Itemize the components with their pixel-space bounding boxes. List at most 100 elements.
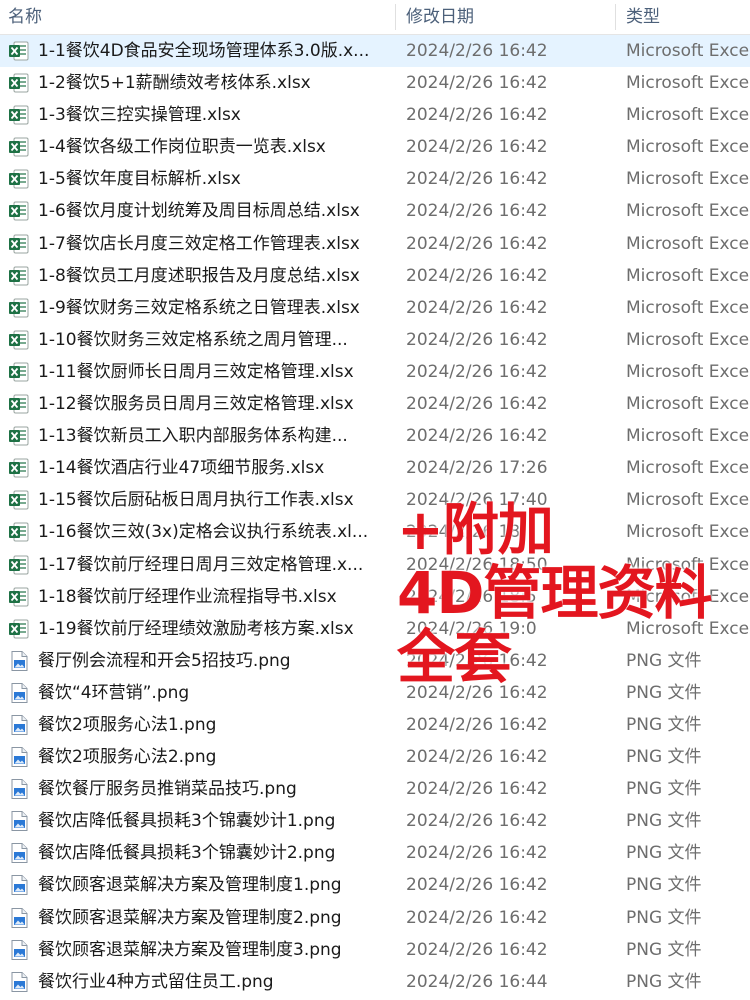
file-name[interactable]: 1-15餐饮后厨砧板日周月执行工作表.xlsx [38, 484, 393, 516]
file-type: PNG 文件 [626, 875, 702, 896]
file-name[interactable]: 餐饮行业4种方式留住员工.png [38, 966, 393, 998]
file-row[interactable]: 1-17餐饮前厅经理日周月三效定格管理.x... 2024/2/26 18:50 M… [0, 549, 750, 581]
file-name[interactable]: 1-12餐饮服务员日周月三效定格管理.xlsx [38, 388, 393, 420]
file-row[interactable]: 1-4餐饮各级工作岗位职责一览表.xlsx 2024/2/26 16:42 Micr… [0, 131, 750, 163]
image-file-icon [8, 714, 30, 736]
file-row[interactable]: 1-9餐饮财务三效定格系统之日管理表.xlsx 2024/2/26 16:42 Mi… [0, 292, 750, 324]
file-row[interactable]: 1-5餐饮年度目标解析.xlsx 2024/2/26 16:42 Microsoft… [0, 163, 750, 195]
file-type: PNG 文件 [626, 650, 702, 671]
file-date-modified: 2024/2/26 16:42 [406, 714, 548, 735]
file-row[interactable]: 1-16餐饮三效(3x)定格会议执行系统表.xl... 2024/2/26 18:… [0, 516, 750, 548]
file-name[interactable]: 餐饮顾客退菜解决方案及管理制度3.png [38, 934, 393, 966]
file-row[interactable]: 1-3餐饮三控实操管理.xlsx 2024/2/26 16:42 Microsoft… [0, 99, 750, 131]
file-name[interactable]: 餐饮店降低餐具损耗3个锦囊妙计2.png [38, 837, 393, 869]
file-name[interactable]: 餐饮顾客退菜解决方案及管理制度2.png [38, 902, 393, 934]
column-header-bar: 名称 修改日期 类型 [0, 0, 750, 35]
column-header-type[interactable]: 类型 [626, 0, 750, 34]
file-name[interactable]: 1-1餐饮4D食品安全现场管理体系3.0版.x... [38, 35, 393, 67]
file-date-modified: 2024/2/26 19:0 [406, 618, 537, 639]
file-date-modified: 2024/2/26 16:42 [406, 41, 548, 61]
file-date-modified: 2024/2/26 16:42 [406, 650, 548, 671]
file-name[interactable]: 餐饮餐厅服务员推销菜品技巧.png [38, 773, 393, 805]
file-date-modified: 2024/2/26 16:42 [406, 105, 548, 126]
file-row[interactable]: 1-15餐饮后厨砧板日周月执行工作表.xlsx 2024/2/26 17:40 Mi… [0, 484, 750, 516]
image-file-icon [8, 939, 30, 961]
file-row[interactable]: 1-8餐饮员工月度述职报告及月度总结.xlsx 2024/2/26 16:42 Mi… [0, 260, 750, 292]
excel-file-icon [8, 200, 30, 222]
column-header-name[interactable]: 名称 [8, 0, 388, 34]
file-type: Microsoft Exce [626, 554, 750, 575]
file-row[interactable]: 1-12餐饮服务员日周月三效定格管理.xlsx 2024/2/26 16:42 Mi… [0, 388, 750, 420]
file-type: PNG 文件 [626, 779, 702, 800]
file-row[interactable]: 餐饮2项服务心法2.png 2024/2/26 16:42 PNG 文件 [0, 741, 750, 773]
file-name[interactable]: 1-7餐饮店长月度三效定格工作管理表.xlsx [38, 228, 393, 260]
file-row[interactable]: 1-18餐饮前厅经理作业流程指导书.xlsx 2024/2/26 18:5 Micr… [0, 581, 750, 613]
file-row[interactable]: 1-11餐饮厨师长日周月三效定格管理.xlsx 2024/2/26 16:42 Mi… [0, 356, 750, 388]
file-name[interactable]: 1-4餐饮各级工作岗位职责一览表.xlsx [38, 131, 393, 163]
excel-file-icon [8, 521, 30, 543]
file-row[interactable]: 餐饮“4环营销”.png 2024/2/26 16:42 PNG 文件 [0, 677, 750, 709]
file-name[interactable]: 餐厅例会流程和开会5招技巧.png [38, 645, 393, 677]
file-row[interactable]: 餐饮顾客退菜解决方案及管理制度3.png 2024/2/26 16:42 PNG 文… [0, 934, 750, 966]
image-file-icon [8, 907, 30, 929]
file-row[interactable]: 餐饮顾客退菜解决方案及管理制度2.png 2024/2/26 16:42 PNG 文… [0, 902, 750, 934]
file-row[interactable]: 1-10餐饮财务三效定格系统之周月管理... 2024/2/26 16:42 Mic… [0, 324, 750, 356]
file-date-modified: 2024/2/26 16:42 [406, 361, 548, 382]
file-row[interactable]: 1-1餐饮4D食品安全现场管理体系3.0版.x... 2024/2/26 16:4… [0, 35, 750, 68]
excel-file-icon [8, 361, 30, 383]
file-row[interactable]: 餐饮顾客退菜解决方案及管理制度1.png 2024/2/26 16:42 PNG 文… [0, 869, 750, 901]
file-name[interactable]: 1-17餐饮前厅经理日周月三效定格管理.x... [38, 549, 393, 581]
excel-file-icon [8, 40, 30, 62]
file-row[interactable]: 餐厅例会流程和开会5招技巧.png 2024/2/26 16:42 PNG 文件 [0, 645, 750, 677]
file-name[interactable]: 1-11餐饮厨师长日周月三效定格管理.xlsx [38, 356, 393, 388]
file-name[interactable]: 1-13餐饮新员工入职内部服务体系构建... [38, 420, 393, 452]
column-divider[interactable] [615, 4, 616, 30]
image-file-icon [8, 778, 30, 800]
file-row[interactable]: 餐饮店降低餐具损耗3个锦囊妙计2.png 2024/2/26 16:42 PNG 文… [0, 837, 750, 869]
file-name[interactable]: 1-14餐饮酒店行业47项细节服务.xlsx [38, 452, 393, 484]
excel-file-icon [8, 265, 30, 287]
file-name[interactable]: 1-10餐饮财务三效定格系统之周月管理... [38, 324, 393, 356]
file-row[interactable]: 1-2餐饮5+1薪酬绩效考核体系.xlsx 2024/2/26 16:42 Micr… [0, 67, 750, 99]
file-date-modified: 2024/2/26 16:42 [406, 747, 548, 768]
file-name[interactable]: 1-9餐饮财务三效定格系统之日管理表.xlsx [38, 292, 393, 324]
excel-file-icon [8, 72, 30, 94]
file-name[interactable]: 1-19餐饮前厅经理绩效激励考核方案.xlsx [38, 613, 393, 645]
file-name[interactable]: 餐饮2项服务心法1.png [38, 709, 393, 741]
image-file-icon [8, 650, 30, 672]
file-name[interactable]: 1-8餐饮员工月度述职报告及月度总结.xlsx [38, 260, 393, 292]
file-name[interactable]: 1-3餐饮三控实操管理.xlsx [38, 99, 393, 131]
excel-file-icon [8, 554, 30, 576]
file-name[interactable]: 餐饮“4环营销”.png [38, 677, 393, 709]
file-name[interactable]: 1-5餐饮年度目标解析.xlsx [38, 163, 393, 195]
file-type: Microsoft Exce [626, 329, 750, 350]
excel-file-icon [8, 233, 30, 255]
file-row[interactable]: 餐饮店降低餐具损耗3个锦囊妙计1.png 2024/2/26 16:42 PNG 文… [0, 805, 750, 837]
file-row[interactable]: 1-14餐饮酒店行业47项细节服务.xlsx 2024/2/26 17:26 Mic… [0, 452, 750, 484]
file-name[interactable]: 1-6餐饮月度计划统筹及周目标周总结.xlsx [38, 195, 393, 227]
column-divider[interactable] [395, 4, 396, 30]
file-row[interactable]: 1-19餐饮前厅经理绩效激励考核方案.xlsx 2024/2/26 19:0 Mic… [0, 613, 750, 645]
file-date-modified: 2024/2/26 16:42 [406, 907, 548, 928]
file-type: Microsoft Exce [626, 426, 750, 447]
file-row[interactable]: 1-13餐饮新员工入职内部服务体系构建... 2024/2/26 16:42 Mic… [0, 420, 750, 452]
file-type: Microsoft Exce [626, 458, 750, 479]
file-row[interactable]: 1-6餐饮月度计划统筹及周目标周总结.xlsx 2024/2/26 16:42 Mi… [0, 195, 750, 227]
file-date-modified: 2024/2/26 16:42 [406, 682, 548, 703]
file-row[interactable]: 1-7餐饮店长月度三效定格工作管理表.xlsx 2024/2/26 16:42 Mi… [0, 228, 750, 260]
file-type: Microsoft Exce [626, 41, 750, 61]
file-name[interactable]: 1-18餐饮前厅经理作业流程指导书.xlsx [38, 581, 393, 613]
file-explorer-list: 名称 修改日期 类型 1-1餐饮4D食品安全现场管理体系3.0版.x... 202… [0, 0, 750, 1000]
file-row[interactable]: 餐饮行业4种方式留住员工.png 2024/2/26 16:44 PNG 文件 [0, 966, 750, 998]
file-row[interactable]: 餐饮餐厅服务员推销菜品技巧.png 2024/2/26 16:42 PNG 文件 [0, 773, 750, 805]
file-name[interactable]: 餐饮顾客退菜解决方案及管理制度1.png [38, 869, 393, 901]
file-date-modified: 2024/2/26 17:40 [406, 490, 548, 511]
column-header-date-modified[interactable]: 修改日期 [406, 0, 606, 34]
file-name[interactable]: 1-2餐饮5+1薪酬绩效考核体系.xlsx [38, 67, 393, 99]
file-row[interactable]: 餐饮2项服务心法1.png 2024/2/26 16:42 PNG 文件 [0, 709, 750, 741]
file-name[interactable]: 餐饮店降低餐具损耗3个锦囊妙计1.png [38, 805, 393, 837]
file-name[interactable]: 餐饮2项服务心法2.png [38, 741, 393, 773]
file-date-modified: 2024/2/26 18:50 [406, 554, 548, 575]
file-type: Microsoft Exce [626, 265, 750, 286]
file-name[interactable]: 1-16餐饮三效(3x)定格会议执行系统表.xl... [38, 516, 393, 548]
